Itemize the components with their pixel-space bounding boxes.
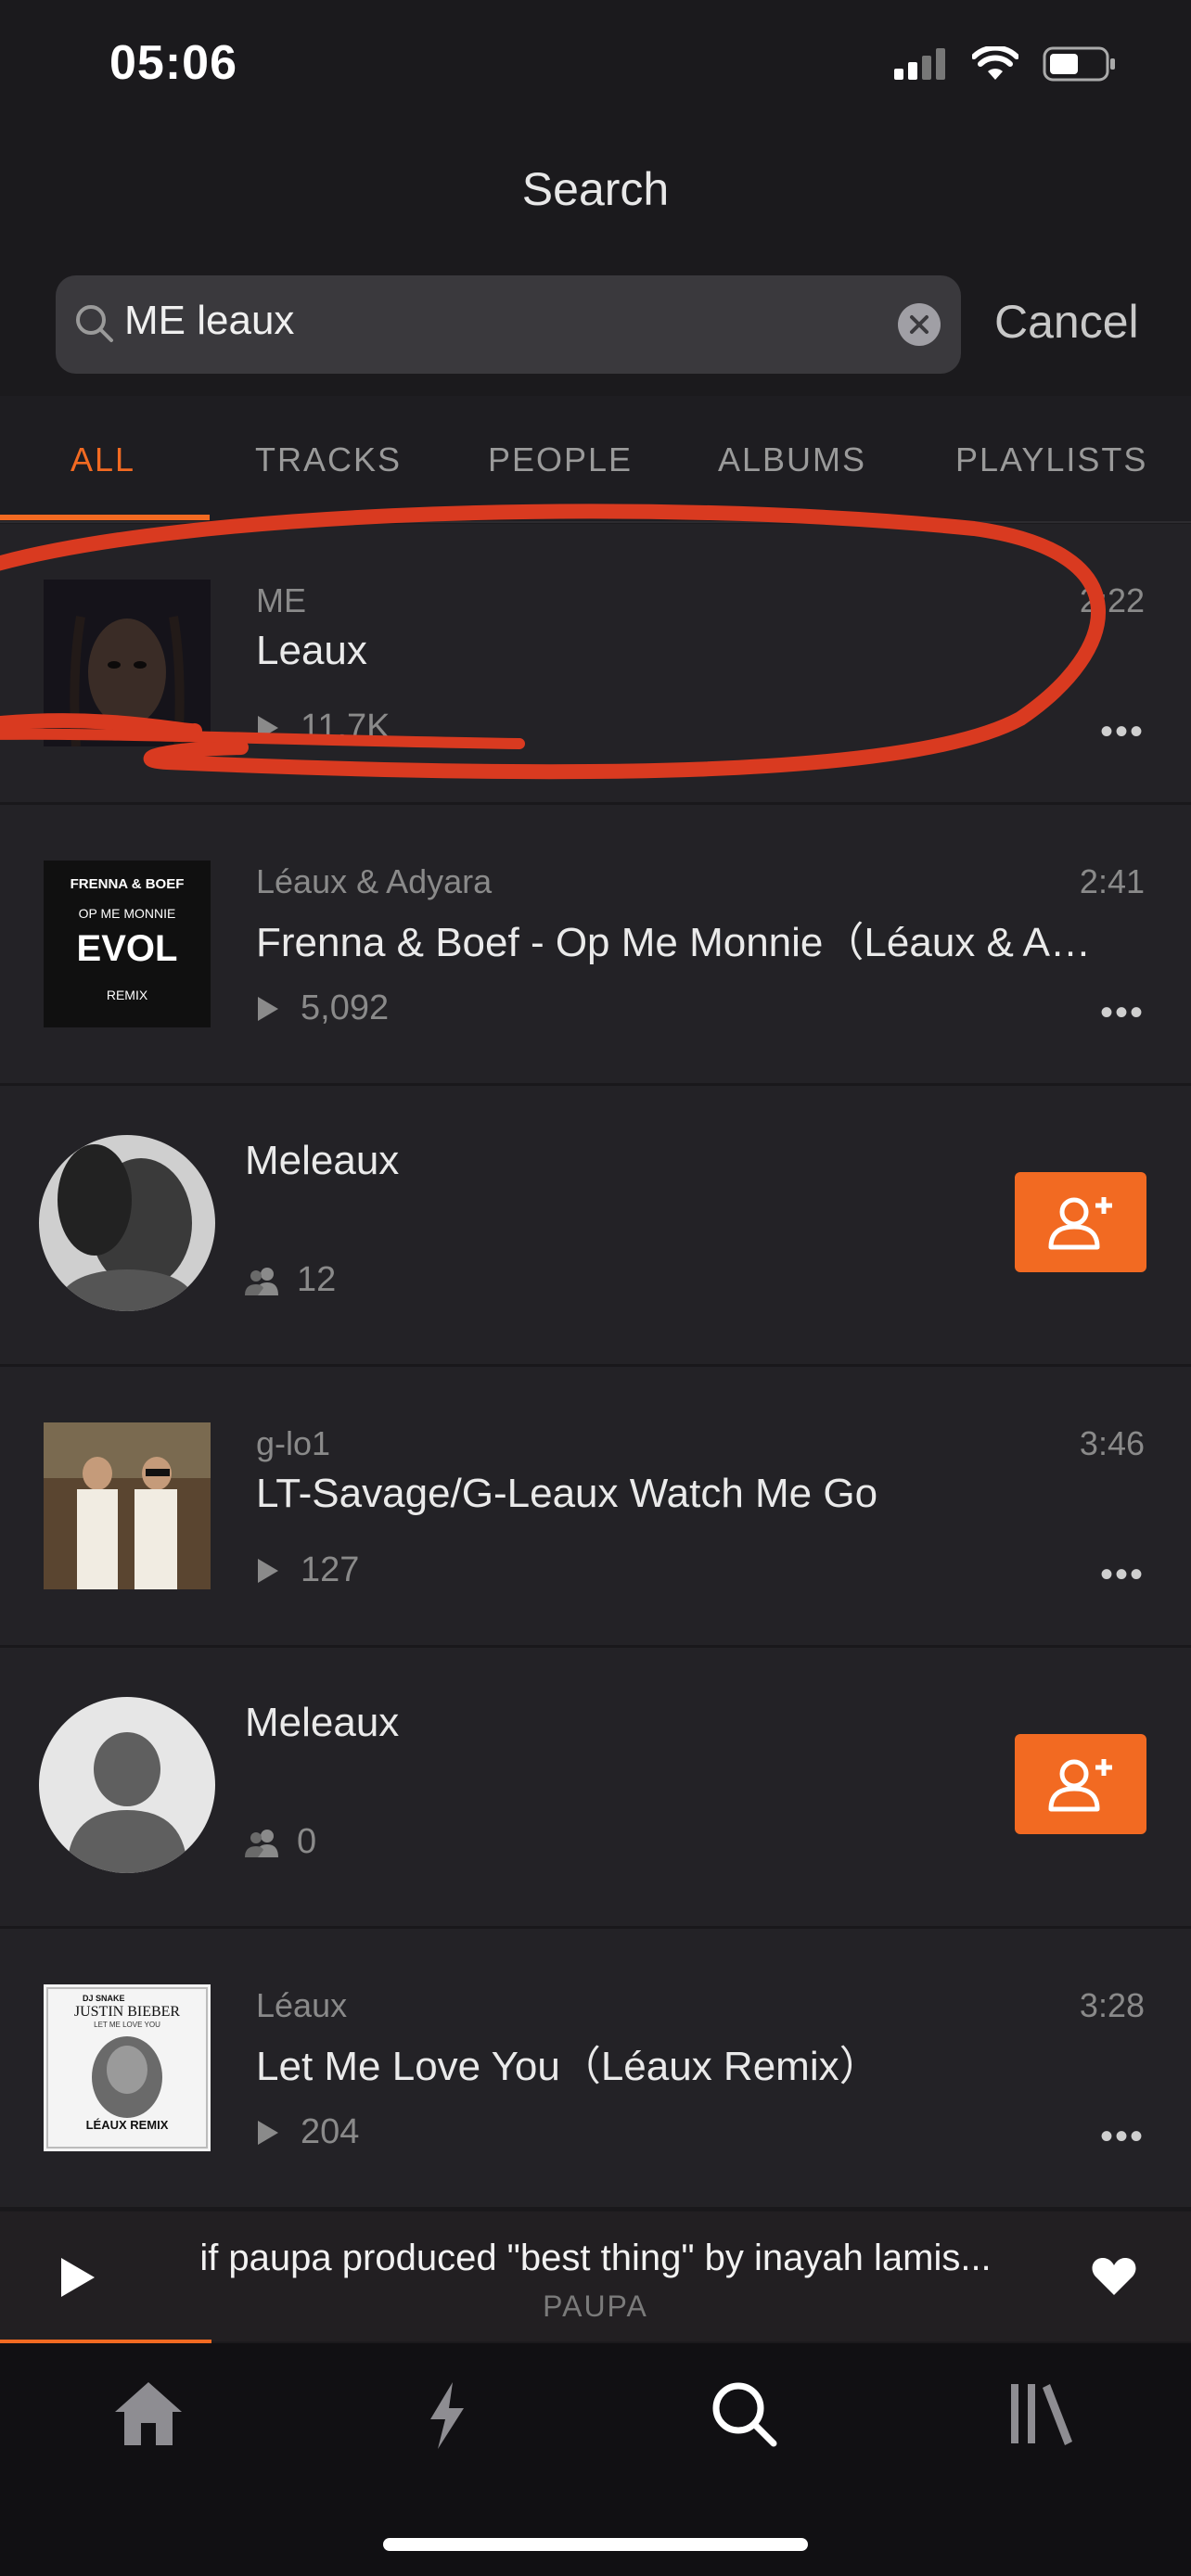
page-title: Search [521,163,670,215]
artwork-text-bottom: LÉAUX REMIX [86,2118,169,2132]
cellular-signal-icon [894,48,945,80]
search-icon[interactable] [711,2380,777,2447]
follow-button[interactable] [1015,1734,1146,1834]
search-icon [76,305,113,342]
play-count-value: 11.7K [301,708,391,746]
stream-bolt-icon[interactable] [425,2380,467,2451]
battery-icon [1043,46,1115,82]
add-user-icon [1048,1197,1112,1250]
track-title: LT-Savage/G-Leaux Watch Me Go [256,1471,878,1516]
track-artist: ME [256,581,306,619]
track-artist: Léaux [256,1986,348,2024]
status-time: 05:06 [109,36,237,90]
track-play-count: 11.7K [256,708,390,747]
artwork-text-subtitle: LET ME LOVE YOU [94,2021,160,2029]
play-count-icon [258,1558,278,1583]
track-artwork: FRENNA & BOEF OP ME MONNIE EVOL REMIX [44,861,211,1027]
now-playing-title: if paupa produced "best thing" by inayah… [199,2238,992,2278]
play-count-icon [258,715,278,740]
follower-count: 12 [245,1260,336,1300]
search-bar[interactable]: ME leaux [56,275,961,374]
play-count-icon [258,996,278,1021]
more-options-button[interactable]: ••• [1100,713,1145,750]
user-avatar [39,1135,215,1311]
follower-count-value: 12 [297,1260,337,1299]
track-duration: 3:28 [1079,1986,1145,2024]
active-tab-indicator [0,515,210,520]
tab-all[interactable]: ALL [70,440,135,479]
like-heart-icon[interactable] [1091,2256,1137,2297]
track-artwork [44,1422,211,1589]
more-options-button[interactable]: ••• [1100,1556,1145,1593]
more-options-button[interactable]: ••• [1100,994,1145,1031]
track-result-row[interactable]: g-lo1 LT-Savage/G-Leaux Watch Me Go 127 … [0,1367,1191,1649]
artwork-text-top: FRENNA & BOEF [70,876,185,892]
tab-tracks[interactable]: TRACKS [255,440,402,479]
track-artwork [44,580,211,746]
track-duration: 3:46 [1079,1424,1145,1462]
cancel-button[interactable]: Cancel [994,295,1139,349]
tab-albums[interactable]: ALBUMS [718,440,866,479]
tab-playlists[interactable]: PLAYLISTS [955,440,1147,479]
track-play-count: 204 [256,2112,359,2152]
user-name: Meleaux [245,1700,400,1745]
track-title: Leaux [256,628,367,673]
play-count-value: 5,092 [301,988,390,1027]
play-icon[interactable] [59,2256,96,2299]
follow-button[interactable] [1015,1172,1146,1272]
status-bar: 05:06 [0,0,1191,130]
follower-count-value: 0 [297,1822,317,1861]
track-artwork: DJ SNAKE JUSTIN BIEBER LET ME LOVE YOU L… [44,1984,211,2151]
now-playing-artist: PAUPA [543,2289,648,2323]
follower-count: 0 [245,1822,316,1862]
play-count-icon [258,2120,278,2145]
track-play-count: 127 [256,1550,359,1590]
artwork-text-main: JUSTIN BIEBER [74,2004,181,2020]
wifi-icon [972,46,1018,80]
play-count-value: 127 [301,1550,360,1589]
tab-people[interactable]: PEOPLE [488,440,633,479]
user-result-row[interactable]: Meleaux 12 [0,1086,1191,1368]
home-indicator [383,2538,808,2551]
play-count-value: 204 [301,2112,360,2151]
library-icon[interactable] [1009,2380,1074,2445]
track-result-row[interactable]: DJ SNAKE JUSTIN BIEBER LET ME LOVE YOU L… [0,1929,1191,2211]
artwork-text-top: DJ SNAKE [83,1994,125,2003]
clear-search-button[interactable] [898,303,941,346]
user-result-row[interactable]: Meleaux 0 [0,1648,1191,1930]
add-user-icon [1048,1759,1112,1812]
track-result-row[interactable]: ME Leaux 11.7K 2:22 ••• [0,524,1191,806]
user-name: Meleaux [245,1138,400,1183]
followers-icon [245,1267,278,1295]
track-artist: g-lo1 [256,1424,331,1462]
track-play-count: 5,092 [256,988,389,1028]
mini-player[interactable]: if paupa produced "best thing" by inayah… [0,2212,1191,2343]
search-filter-tabs: ALL TRACKS PEOPLE ALBUMS PLAYLISTS [0,396,1191,523]
track-artist: Léaux & Adyara [256,862,493,900]
track-title: Let Me Love You（Léaux Remix） [256,2044,880,2089]
status-icons [894,46,1117,82]
clear-icon [910,315,928,334]
followers-icon [245,1829,278,1857]
search-input[interactable]: ME leaux [124,298,294,344]
home-icon[interactable] [113,2380,184,2447]
track-duration: 2:41 [1079,862,1145,900]
track-title: Frenna & Boef - Op Me Monnie（Léaux & Ady… [256,920,1109,965]
artwork-text-bottom: REMIX [107,988,148,1002]
track-result-row[interactable]: FRENNA & BOEF OP ME MONNIE EVOL REMIX Lé… [0,805,1191,1087]
track-duration: 2:22 [1079,581,1145,619]
more-options-button[interactable]: ••• [1100,2118,1145,2155]
artwork-text-subtitle: OP ME MONNIE [79,906,176,921]
user-avatar-placeholder [39,1697,215,1873]
artwork-text-main: EVOL [77,928,178,969]
